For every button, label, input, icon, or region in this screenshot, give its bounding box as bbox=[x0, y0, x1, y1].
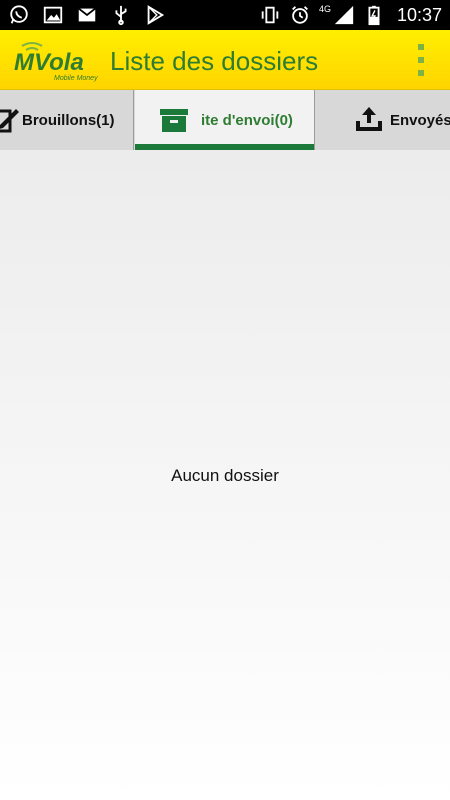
gmail-icon bbox=[76, 4, 98, 26]
battery-charging-icon bbox=[363, 4, 385, 26]
tab-sent-label: Envoyés( bbox=[390, 111, 450, 129]
tab-outbox[interactable]: ite d'envoi(0) bbox=[135, 90, 315, 150]
folder-list: Aucun dossier bbox=[0, 150, 450, 800]
menu-dot bbox=[418, 57, 424, 63]
outbox-icon bbox=[157, 103, 191, 137]
menu-dot bbox=[418, 70, 424, 76]
status-bar: 4G 10:37 bbox=[0, 0, 450, 30]
overflow-menu-button[interactable] bbox=[414, 44, 428, 76]
logo-text: MVola bbox=[14, 49, 84, 76]
upload-tray-icon bbox=[352, 103, 386, 137]
menu-dot bbox=[418, 44, 424, 50]
app-bar: MVola Mobile Money Liste des dossiers bbox=[0, 30, 450, 90]
empty-state-message: Aucun dossier bbox=[171, 466, 279, 485]
mvola-logo: MVola Mobile Money bbox=[14, 38, 106, 82]
vibrate-icon bbox=[259, 4, 281, 26]
network-type: 4G bbox=[318, 4, 331, 14]
tab-sent[interactable]: Envoyés( bbox=[316, 90, 450, 150]
page-title: Liste des dossiers bbox=[110, 46, 319, 76]
folder-tabs: Brouillons(1) ite d'envoi(0) Envoyés( bbox=[0, 90, 450, 150]
logo-subtext: Mobile Money bbox=[54, 75, 98, 82]
edit-icon bbox=[0, 103, 22, 137]
alarm-icon bbox=[289, 4, 311, 26]
play-store-icon bbox=[144, 4, 166, 26]
tab-outbox-label: ite d'envoi(0) bbox=[201, 111, 293, 129]
signal-icon bbox=[333, 4, 355, 26]
usb-icon bbox=[110, 4, 132, 26]
image-icon bbox=[42, 4, 64, 26]
tab-drafts-label: Brouillons(1) bbox=[22, 111, 115, 129]
tab-drafts[interactable]: Brouillons(1) bbox=[0, 90, 134, 150]
clock: 10:37 bbox=[396, 4, 442, 25]
whatsapp-icon bbox=[8, 4, 30, 26]
